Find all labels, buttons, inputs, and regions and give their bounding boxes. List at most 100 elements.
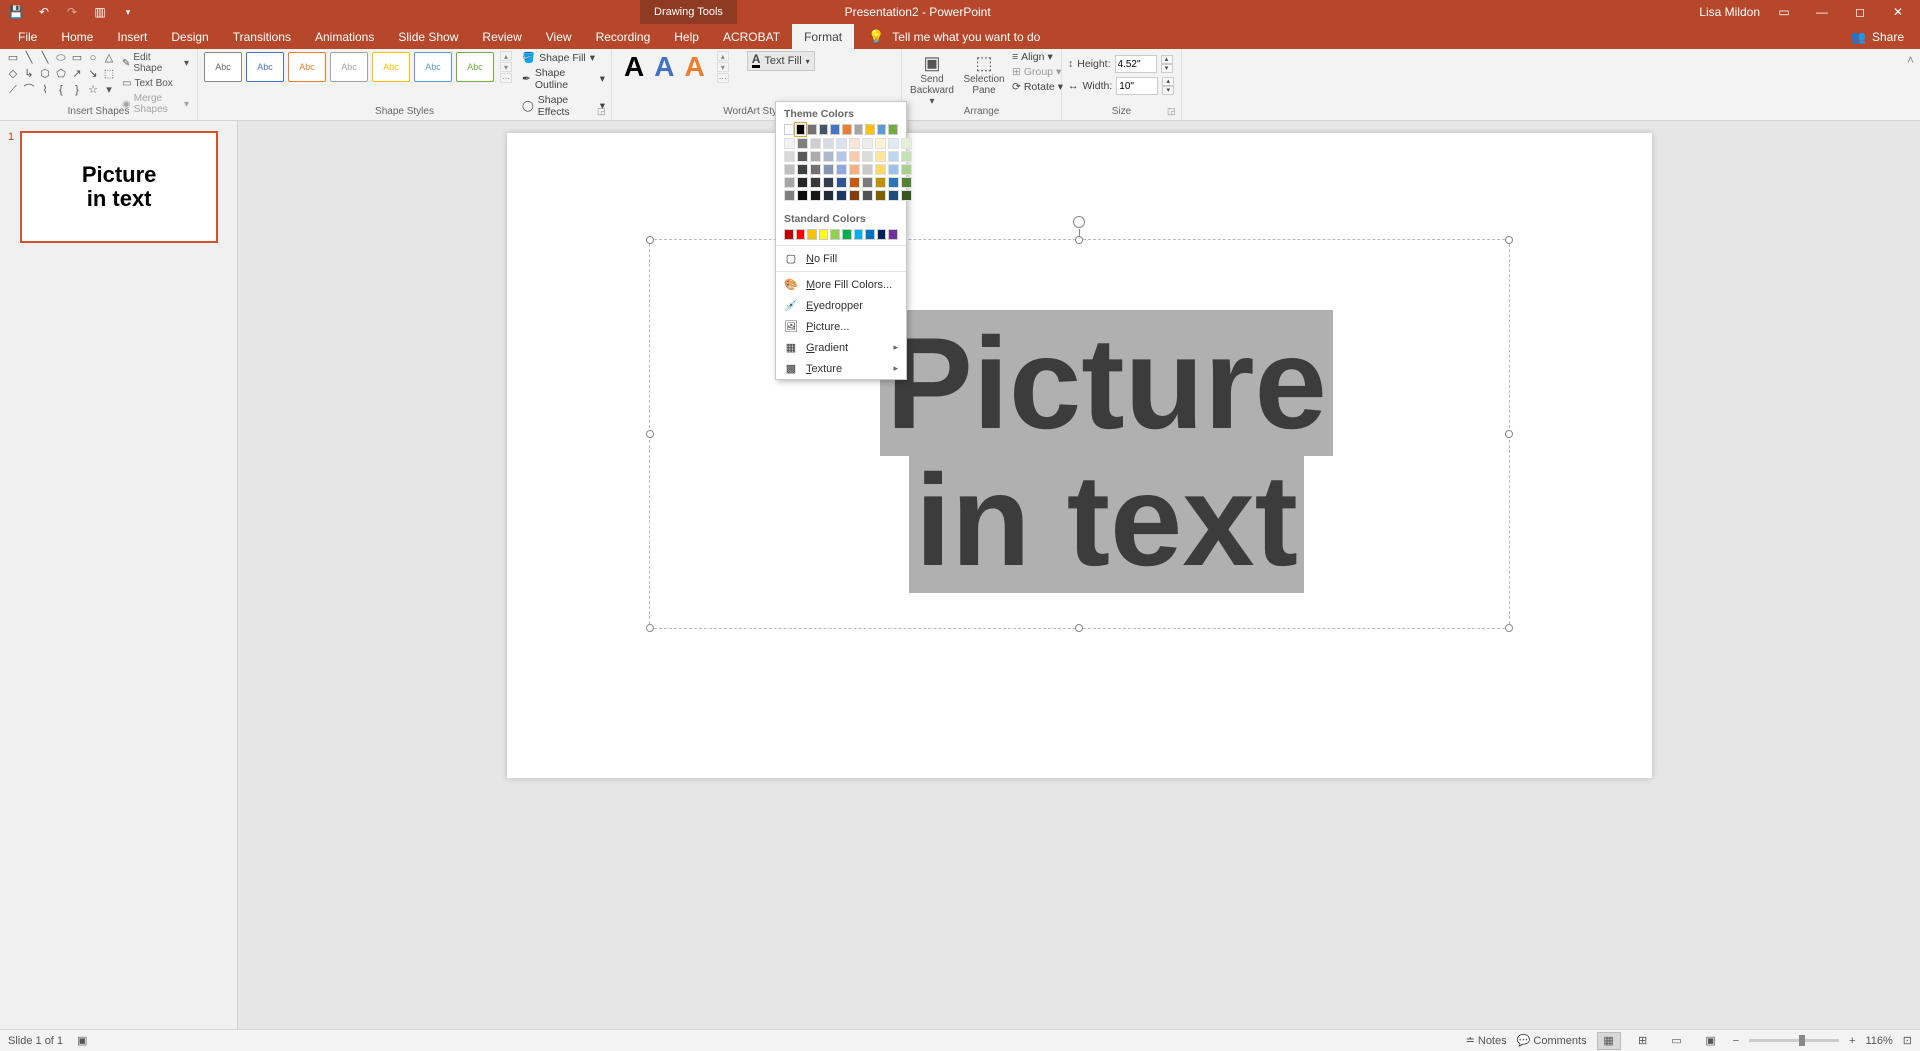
color-swatch[interactable] xyxy=(854,124,864,135)
resize-handle[interactable] xyxy=(646,430,654,438)
group-button[interactable]: ⊞Group ▾ xyxy=(1012,66,1063,78)
color-swatch[interactable] xyxy=(810,151,821,162)
wordart-style[interactable]: A xyxy=(654,51,674,83)
color-swatch[interactable] xyxy=(797,151,808,162)
color-swatch[interactable] xyxy=(901,151,912,162)
align-button[interactable]: ≡Align ▾ xyxy=(1012,51,1063,63)
eyedropper-item[interactable]: 💉Eyedropper xyxy=(776,295,906,316)
tab-animations[interactable]: Animations xyxy=(303,24,386,49)
zoom-out-icon[interactable]: − xyxy=(1733,1035,1739,1047)
color-swatch[interactable] xyxy=(784,190,795,201)
shape-style-gallery[interactable]: Abc Abc Abc Abc Abc Abc Abc ▴ ▾ ⋯ xyxy=(204,51,512,83)
redo-icon[interactable]: ↷ xyxy=(64,4,80,20)
width-input[interactable] xyxy=(1116,77,1158,95)
user-name[interactable]: Lisa Mildon xyxy=(1699,5,1760,19)
wordart-down-icon[interactable]: ▾ xyxy=(717,62,729,72)
color-swatch[interactable] xyxy=(797,164,808,175)
color-swatch[interactable] xyxy=(807,124,817,135)
color-swatch[interactable] xyxy=(901,138,912,149)
resize-handle[interactable] xyxy=(1075,236,1083,244)
color-swatch[interactable] xyxy=(875,177,886,188)
color-swatch[interactable] xyxy=(862,151,873,162)
save-icon[interactable]: 💾 xyxy=(8,4,24,20)
slide-canvas-area[interactable]: Picture in text xyxy=(238,121,1920,1029)
wordart-more-icon[interactable]: ⋯ xyxy=(717,73,729,83)
color-swatch[interactable] xyxy=(854,229,864,240)
edit-shape-button[interactable]: ✎Edit Shape ▾ xyxy=(120,51,191,75)
color-swatch[interactable] xyxy=(875,190,886,201)
tab-design[interactable]: Design xyxy=(159,24,220,49)
resize-handle[interactable] xyxy=(646,624,654,632)
notes-button[interactable]: ≐ Notes xyxy=(1466,1034,1507,1047)
color-swatch[interactable] xyxy=(836,190,847,201)
selection-pane-button[interactable]: ⬚ Selection Pane xyxy=(960,51,1008,98)
color-swatch[interactable] xyxy=(901,164,912,175)
ribbon-display-icon[interactable]: ▭ xyxy=(1770,2,1798,22)
width-spin-down[interactable]: ▾ xyxy=(1162,86,1174,95)
tab-insert[interactable]: Insert xyxy=(105,24,159,49)
resize-handle[interactable] xyxy=(1505,430,1513,438)
color-swatch[interactable] xyxy=(849,177,860,188)
color-swatch[interactable] xyxy=(830,229,840,240)
style-swatch[interactable]: Abc xyxy=(456,52,494,82)
fit-to-window-icon[interactable]: ⊡ xyxy=(1903,1034,1912,1047)
send-backward-button[interactable]: ▣ Send Backward▾ xyxy=(908,51,956,109)
picture-fill-item[interactable]: 🖼Picture... xyxy=(776,316,906,337)
color-swatch[interactable] xyxy=(810,164,821,175)
tab-review[interactable]: Review xyxy=(470,24,533,49)
shape-styles-launcher-icon[interactable]: ◲ xyxy=(597,106,609,118)
color-swatch[interactable] xyxy=(862,177,873,188)
tab-recording[interactable]: Recording xyxy=(584,24,663,49)
height-spin-down[interactable]: ▾ xyxy=(1161,64,1173,73)
resize-handle[interactable] xyxy=(646,236,654,244)
style-swatch[interactable]: Abc xyxy=(246,52,284,82)
color-swatch[interactable] xyxy=(830,124,840,135)
zoom-in-icon[interactable]: + xyxy=(1849,1035,1855,1047)
color-swatch[interactable] xyxy=(877,124,887,135)
color-swatch[interactable] xyxy=(901,190,912,201)
color-swatch[interactable] xyxy=(888,164,899,175)
color-swatch[interactable] xyxy=(784,151,795,162)
comments-button[interactable]: 💬 Comments xyxy=(1517,1034,1587,1047)
color-swatch[interactable] xyxy=(888,124,898,135)
color-swatch[interactable] xyxy=(819,229,829,240)
color-swatch[interactable] xyxy=(807,229,817,240)
style-swatch[interactable]: Abc xyxy=(330,52,368,82)
color-swatch[interactable] xyxy=(875,138,886,149)
slide[interactable]: Picture in text xyxy=(507,133,1652,778)
texture-item[interactable]: ▩Texture▸ xyxy=(776,358,906,379)
size-launcher-icon[interactable]: ◲ xyxy=(1167,106,1179,118)
color-swatch[interactable] xyxy=(862,190,873,201)
height-input[interactable] xyxy=(1115,55,1157,73)
gallery-more-icon[interactable]: ⋯ xyxy=(500,73,512,83)
tab-file[interactable]: File xyxy=(6,24,49,49)
color-swatch[interactable] xyxy=(888,138,899,149)
minimize-icon[interactable]: — xyxy=(1808,2,1836,22)
color-swatch[interactable] xyxy=(784,229,794,240)
tab-slideshow[interactable]: Slide Show xyxy=(386,24,470,49)
slide-counter[interactable]: Slide 1 of 1 xyxy=(8,1035,63,1047)
undo-icon[interactable]: ↶ xyxy=(36,4,52,20)
style-swatch[interactable]: Abc xyxy=(414,52,452,82)
color-swatch[interactable] xyxy=(875,151,886,162)
reading-view-icon[interactable]: ▭ xyxy=(1665,1032,1689,1050)
tab-format[interactable]: Format xyxy=(792,24,854,49)
color-swatch[interactable] xyxy=(823,151,834,162)
gallery-down-icon[interactable]: ▾ xyxy=(500,62,512,72)
tell-me-input[interactable]: Tell me what you want to do xyxy=(892,30,1040,44)
slide-thumbnail[interactable]: Picture in text xyxy=(20,131,218,243)
no-fill-item[interactable]: ▢No Fill xyxy=(776,248,906,269)
color-swatch[interactable] xyxy=(797,177,808,188)
color-swatch[interactable] xyxy=(823,177,834,188)
color-swatch[interactable] xyxy=(784,138,795,149)
start-from-beginning-icon[interactable]: ▥ xyxy=(92,4,108,20)
color-swatch[interactable] xyxy=(810,138,821,149)
color-swatch[interactable] xyxy=(810,177,821,188)
color-swatch[interactable] xyxy=(901,177,912,188)
resize-handle[interactable] xyxy=(1075,624,1083,632)
collapse-ribbon-icon[interactable]: ˄ xyxy=(1907,53,1914,67)
tab-view[interactable]: View xyxy=(534,24,584,49)
color-swatch[interactable] xyxy=(865,124,875,135)
close-icon[interactable]: ✕ xyxy=(1884,2,1912,22)
customize-qat-icon[interactable]: ▾ xyxy=(120,4,136,20)
